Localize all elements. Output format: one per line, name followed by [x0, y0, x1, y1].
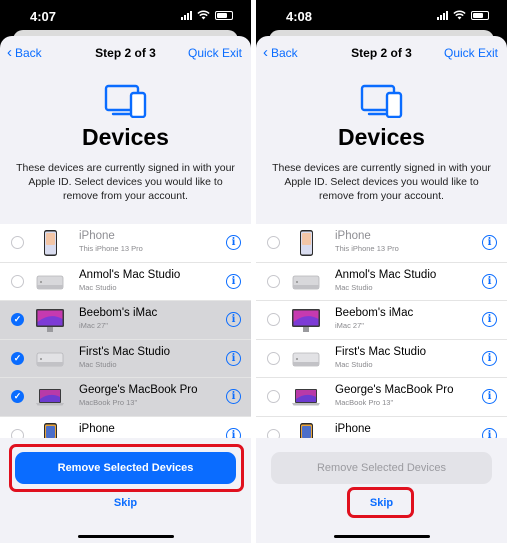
page-title: Devices	[338, 124, 425, 150]
info-icon[interactable]: i	[482, 389, 497, 405]
device-row[interactable]: First's Mac Studio Mac Studio i	[256, 339, 507, 379]
radio-button	[11, 236, 24, 249]
device-name: Beebom's iMac	[79, 307, 158, 320]
battery-icon	[215, 10, 233, 20]
signal-icon	[181, 10, 192, 20]
wifi-icon	[197, 10, 210, 20]
device-name: iPhone	[335, 230, 371, 242]
radio-button[interactable]	[267, 274, 280, 288]
device-model: Mac Studio	[335, 282, 373, 292]
status-bar: 4:08	[256, 0, 507, 34]
mac-studio-icon	[36, 275, 64, 289]
mac-studio-icon	[36, 352, 64, 367]
device-model: iMac 27"	[335, 321, 364, 331]
macbook-icon	[292, 389, 320, 406]
radio-button[interactable]	[267, 313, 280, 327]
device-list: iPhone This iPhone 13 Pro i Anmol's Mac S…	[256, 224, 507, 456]
skip-button[interactable]: Skip	[0, 497, 251, 509]
device-model: Mac Studio	[335, 359, 373, 369]
devices-sheet: ‹ Back Step 2 of 3 Quick Exit Devices The…	[256, 36, 507, 543]
device-row[interactable]: ✓ First's Mac Studio Mac Studio i	[0, 339, 251, 379]
device-model: This iPhone 13 Pro	[79, 244, 143, 253]
mac-studio-icon	[292, 275, 320, 289]
checkmark-icon[interactable]: ✓	[11, 351, 24, 365]
status-time: 4:08	[286, 9, 313, 24]
device-row[interactable]: Anmol's Mac Studio Mac Studio i	[0, 262, 251, 302]
device-row[interactable]: Beebom's iMac iMac 27" i	[256, 301, 507, 340]
devices-icon	[104, 84, 147, 118]
battery-icon	[471, 10, 489, 20]
info-icon[interactable]: i	[226, 273, 241, 289]
info-icon[interactable]: i	[226, 312, 241, 328]
device-model: MacBook Pro 13"	[79, 398, 138, 408]
device-name: First's Mac Studio	[79, 345, 171, 358]
device-name: Beebom's iMac	[335, 307, 414, 320]
page-description: These devices are currently signed in wi…	[16, 162, 235, 202]
device-name: First's Mac Studio	[335, 345, 427, 358]
device-model: This iPhone 13 Pro	[335, 244, 399, 253]
nav-bar: ‹ Back Step 2 of 3 Quick Exit	[256, 45, 507, 66]
radio-button	[267, 236, 280, 249]
imac-icon	[36, 309, 64, 333]
skip-button[interactable]: Skip	[256, 497, 507, 509]
device-model: MacBook Pro 13"	[335, 398, 394, 408]
checkmark-icon[interactable]: ✓	[11, 390, 24, 404]
signal-icon	[437, 10, 448, 20]
devices-sheet: ‹ Back Step 2 of 3 Quick Exit Devices The…	[0, 36, 251, 543]
info-icon[interactable]: i	[226, 350, 241, 366]
info-icon[interactable]: i	[226, 389, 241, 405]
info-icon[interactable]: i	[482, 235, 497, 250]
macbook-icon	[36, 389, 64, 406]
devices-icon	[360, 84, 403, 118]
page-description: These devices are currently signed in wi…	[272, 162, 491, 202]
action-area: Remove Selected Devices Skip	[0, 438, 251, 543]
checkmark-icon[interactable]: ✓	[11, 313, 24, 327]
device-model: Mac Studio	[79, 359, 117, 369]
device-name: George's MacBook Pro	[79, 384, 198, 397]
device-name: iPhone	[79, 422, 115, 435]
info-icon[interactable]: i	[226, 235, 241, 250]
device-row: iPhone This iPhone 13 Pro i	[256, 224, 507, 263]
home-indicator	[334, 535, 430, 538]
iphone-icon	[300, 230, 313, 256]
quick-exit-button[interactable]: Quick Exit	[444, 46, 498, 60]
nav-bar: ‹ Back Step 2 of 3 Quick Exit	[0, 45, 251, 66]
device-row[interactable]: ✓ George's MacBook Pro MacBook Pro 13" i	[0, 378, 251, 417]
home-indicator	[78, 535, 174, 538]
device-row: iPhone This iPhone 13 Pro i	[0, 224, 251, 263]
phone-screen-right: 4:08 ‹ Back Step 2 of 3 Quick Exit Device…	[256, 0, 507, 543]
mac-studio-icon	[292, 352, 320, 367]
device-model: iMac 27"	[79, 321, 108, 331]
status-time: 4:07	[30, 9, 57, 24]
radio-button[interactable]	[11, 274, 24, 288]
device-name: iPhone	[79, 230, 115, 242]
device-name: George's MacBook Pro	[335, 384, 454, 397]
wifi-icon	[453, 10, 466, 20]
device-model: Mac Studio	[79, 282, 117, 292]
device-row[interactable]: George's MacBook Pro MacBook Pro 13" i	[256, 378, 507, 417]
device-row[interactable]: Anmol's Mac Studio Mac Studio i	[256, 262, 507, 302]
iphone-icon	[44, 230, 57, 256]
radio-button[interactable]	[267, 390, 280, 404]
radio-button[interactable]	[267, 351, 280, 365]
device-row[interactable]: ✓ Beebom's iMac iMac 27" i	[0, 301, 251, 340]
info-icon[interactable]: i	[482, 312, 497, 328]
device-name: Anmol's Mac Studio	[335, 268, 437, 281]
page-title: Devices	[82, 124, 169, 150]
remove-selected-devices-button[interactable]: Remove Selected Devices	[15, 452, 236, 484]
imac-icon	[292, 309, 320, 333]
info-icon[interactable]: i	[482, 350, 497, 366]
device-list: iPhone This iPhone 13 Pro i Anmol's Mac S…	[0, 224, 251, 456]
device-name: iPhone	[335, 422, 371, 435]
status-bar: 4:07	[0, 0, 251, 34]
remove-selected-devices-button[interactable]: Remove Selected Devices	[271, 452, 492, 484]
phone-screen-left: 4:07 ‹ Back Step 2 of 3 Quick Exit Device…	[0, 0, 251, 543]
info-icon[interactable]: i	[482, 273, 497, 289]
action-area: Remove Selected Devices Skip	[256, 438, 507, 543]
device-name: Anmol's Mac Studio	[79, 268, 181, 281]
quick-exit-button[interactable]: Quick Exit	[188, 46, 242, 60]
